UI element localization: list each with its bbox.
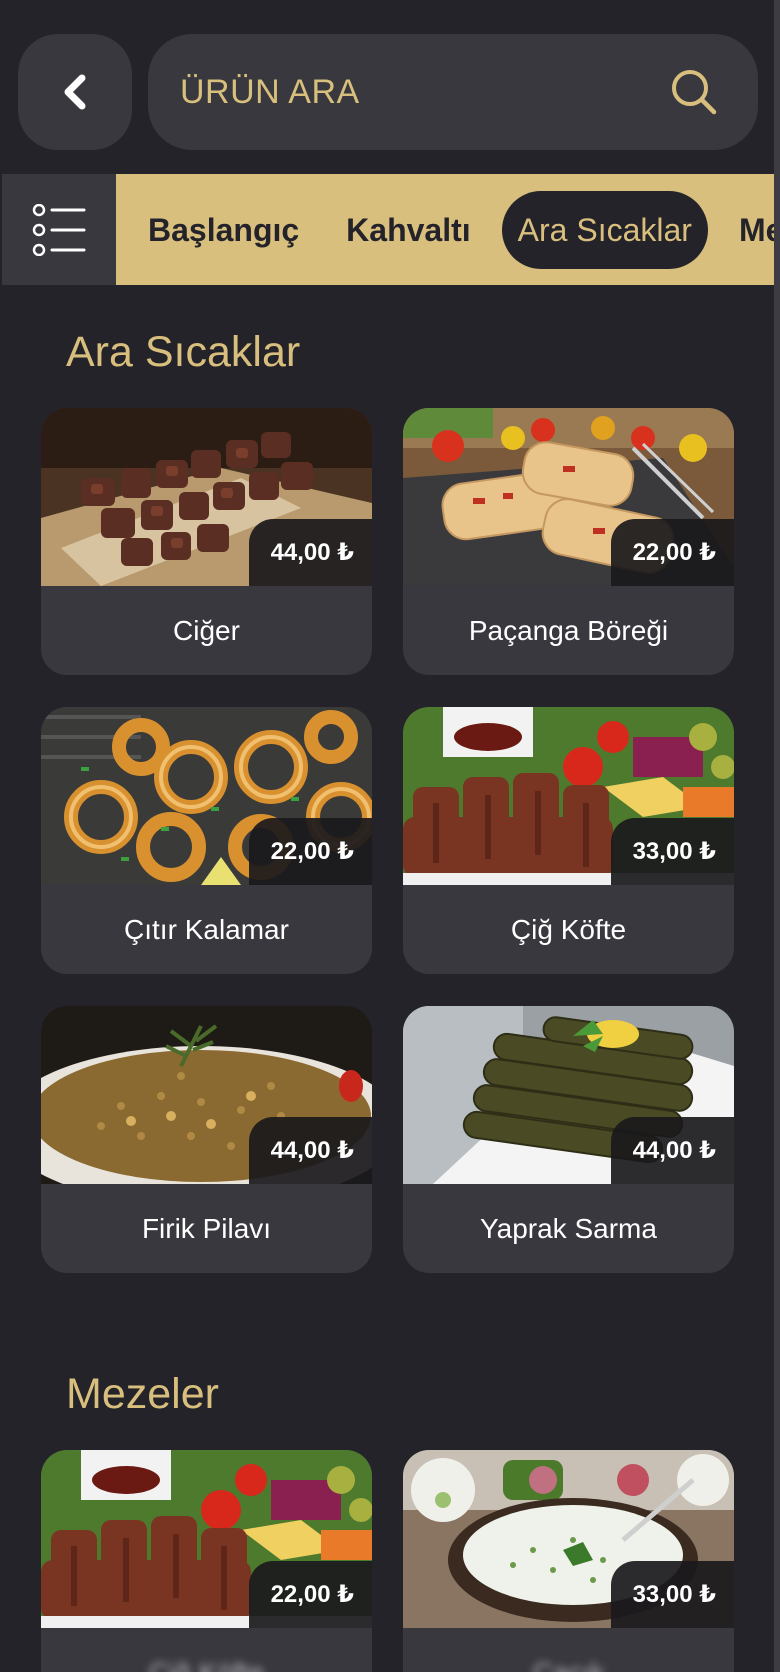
section-title-mezeler: Mezeler bbox=[66, 1370, 219, 1418]
product-card[interactable]: 33,00 ₺ Cacık bbox=[403, 1450, 734, 1672]
search-placeholder[interactable]: ÜRÜN ARA bbox=[180, 73, 670, 112]
product-name: Cacık bbox=[532, 1656, 605, 1672]
product-name: Firik Pilavı bbox=[141, 1212, 272, 1244]
search-icon[interactable] bbox=[670, 68, 718, 116]
product-name: Paçanga Böreği bbox=[468, 614, 669, 646]
tab-mezeler[interactable]: Mezeler bbox=[723, 191, 774, 269]
product-name: Çiğ Köfte bbox=[148, 1656, 265, 1672]
product-name: Ciğer bbox=[173, 614, 240, 646]
borek-image: 22,00 ₺ bbox=[403, 408, 734, 586]
tab-kahvalti[interactable]: Kahvaltı bbox=[330, 191, 486, 269]
calamari-image: 22,00 ₺ bbox=[41, 707, 372, 885]
category-bar: Başlangıç Kahvaltı Ara Sıcaklar Mezeler bbox=[2, 174, 774, 285]
category-menu-button[interactable] bbox=[2, 174, 116, 285]
liver-skewer-image: 44,00 ₺ bbox=[41, 408, 372, 586]
price-label: 22,00 ₺ bbox=[248, 818, 372, 885]
chevron-left-icon bbox=[64, 74, 86, 110]
sarma-image: 44,00 ₺ bbox=[403, 1006, 734, 1184]
list-icon bbox=[32, 203, 86, 256]
product-card[interactable]: 22,00 ₺ Paçanga Böreği bbox=[403, 408, 734, 675]
product-card[interactable]: 33,00 ₺ Çiğ Köfte bbox=[403, 707, 734, 974]
price-label: 33,00 ₺ bbox=[610, 1561, 734, 1628]
product-card[interactable]: 44,00 ₺ Firik Pilavı bbox=[41, 1006, 372, 1273]
product-card[interactable]: 22,00 ₺ Çiğ Köfte bbox=[41, 1450, 372, 1672]
cig-kofte-image: 22,00 ₺ bbox=[41, 1450, 372, 1628]
cig-kofte-image: 33,00 ₺ bbox=[403, 707, 734, 885]
product-card[interactable]: 22,00 ₺ Çıtır Kalamar bbox=[41, 707, 372, 974]
product-card[interactable]: 44,00 ₺ Yaprak Sarma bbox=[403, 1006, 734, 1273]
price-label: 44,00 ₺ bbox=[610, 1117, 734, 1184]
price-label: 44,00 ₺ bbox=[248, 1117, 372, 1184]
cacik-image: 33,00 ₺ bbox=[403, 1450, 734, 1628]
product-name: Çıtır Kalamar bbox=[124, 913, 289, 945]
page-scrollbar[interactable] bbox=[774, 0, 780, 1672]
price-label: 22,00 ₺ bbox=[248, 1561, 372, 1628]
price-label: 33,00 ₺ bbox=[610, 818, 734, 885]
tab-ara-sicaklar[interactable]: Ara Sıcaklar bbox=[501, 190, 708, 269]
price-label: 44,00 ₺ bbox=[248, 519, 372, 586]
section-title-ara-sicaklar: Ara Sıcaklar bbox=[66, 328, 301, 376]
product-name: Çiğ Köfte bbox=[510, 913, 627, 945]
price-label: 22,00 ₺ bbox=[610, 519, 734, 586]
pilaf-image: 44,00 ₺ bbox=[41, 1006, 372, 1184]
search-input[interactable]: ÜRÜN ARA bbox=[148, 34, 758, 150]
top-bar: ÜRÜN ARA bbox=[18, 34, 758, 150]
product-name: Yaprak Sarma bbox=[480, 1212, 657, 1244]
back-button[interactable] bbox=[18, 34, 132, 150]
tab-baslangic[interactable]: Başlangıç bbox=[132, 191, 315, 269]
product-card[interactable]: 44,00 ₺ Ciğer bbox=[41, 408, 372, 675]
category-tabs: Başlangıç Kahvaltı Ara Sıcaklar Mezeler bbox=[132, 174, 774, 285]
